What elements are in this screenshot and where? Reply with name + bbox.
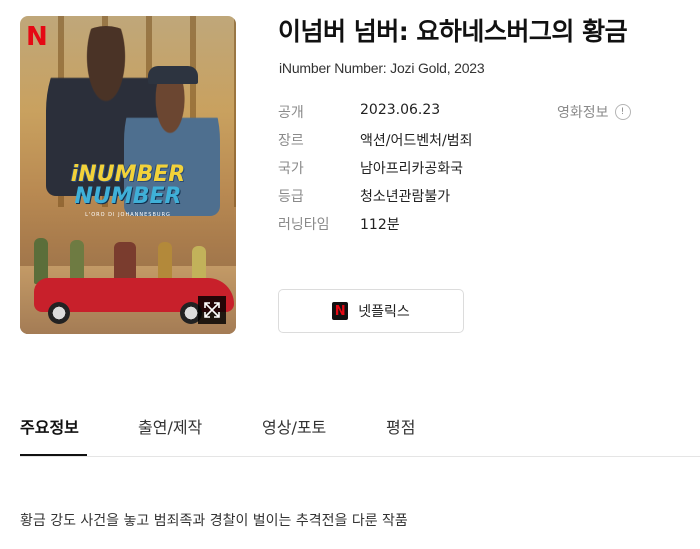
netflix-watch-button[interactable]: N 넷플릭스: [278, 289, 464, 333]
movie-original-title: iNumber Number: Jozi Gold: [279, 60, 447, 76]
poster-title: iNUMBER NUMBER: [20, 164, 236, 208]
info-icon: !: [614, 104, 631, 120]
info-label: 국가: [278, 161, 304, 177]
info-label: 등급: [278, 189, 304, 205]
poster-police-cap: [148, 66, 198, 84]
info-row-rating: 등급 청소년관람불가: [278, 186, 538, 208]
info-label: 공개: [278, 105, 304, 121]
tab-main-info[interactable]: 주요정보: [20, 414, 79, 438]
info-row-release: 공개 2023.06.23: [278, 102, 538, 124]
expand-icon: [204, 302, 220, 318]
tab-video-photo[interactable]: 영상/포토: [262, 414, 326, 438]
info-value: 액션/어드벤처/범죄: [360, 133, 473, 149]
movie-title: 이넘버 넘버: 요하네스버그의 황금: [278, 17, 628, 46]
info-value: 2023.06.23: [360, 102, 441, 118]
info-label: 러닝타임: [278, 217, 330, 233]
poster-tagline: L'ORO DI JOHANNESBURG: [85, 212, 171, 218]
movie-original-title-line: iNumber Number: Jozi Gold2023: [279, 60, 485, 76]
info-row-country: 국가 남아프리카공화국: [278, 158, 538, 180]
movie-year: 2023: [447, 60, 485, 76]
expand-poster-button[interactable]: [198, 296, 226, 324]
movie-info-label: 영화정보: [557, 105, 609, 121]
poster-title-line2: NUMBER: [74, 184, 182, 209]
netflix-icon: N: [332, 302, 349, 320]
movie-info-link[interactable]: 영화정보 !: [557, 102, 631, 122]
info-value: 청소년관람불가: [360, 189, 451, 205]
poster-car-wheel: [48, 302, 70, 324]
tab-cast-crew[interactable]: 출연/제작: [138, 414, 202, 438]
detail-tabs: 주요정보 출연/제작 영상/포토 평점: [20, 402, 700, 457]
info-value: 남아프리카공화국: [360, 161, 464, 177]
movie-synopsis: 황금 강도 사건을 놓고 범죄족과 경찰이 벌이는 추격전을 다룬 작품: [20, 513, 408, 529]
movie-poster[interactable]: N iNUMBER NUMBER L'ORO DI JOHANNESBURG: [20, 16, 236, 334]
tab-reviews[interactable]: 평점: [386, 414, 415, 438]
netflix-logo-icon: N: [26, 22, 48, 52]
active-tab-indicator: [20, 454, 87, 456]
poster-title-line1: iNUMBER: [70, 162, 186, 187]
netflix-button-label: 넷플릭스: [358, 304, 410, 320]
info-row-genre: 장르 액션/어드벤처/범죄: [278, 130, 538, 152]
info-value: 112분: [360, 217, 400, 233]
info-label: 장르: [278, 133, 304, 149]
info-row-runtime: 러닝타임 112분: [278, 214, 538, 236]
